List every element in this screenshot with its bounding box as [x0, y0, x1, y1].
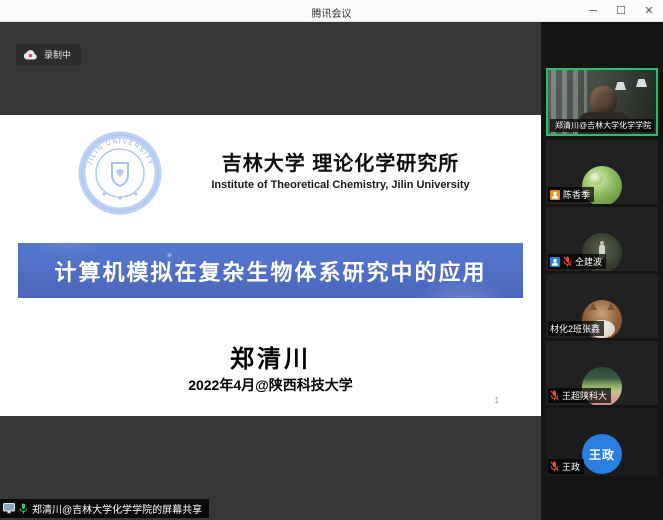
member-badge-icon	[550, 190, 560, 200]
maximize-icon[interactable]: ☐	[615, 0, 627, 22]
participant-name-tag: 郑清川@吉林大学化学学院	[550, 119, 654, 132]
participant-tile[interactable]: 仝建波	[546, 207, 658, 271]
participant-name-tag: 王超陕科大	[548, 388, 611, 403]
window-controls: ─ ☐ ✕	[587, 0, 655, 22]
org-title: 吉林大学 理论化学研究所	[168, 147, 513, 176]
participant-name: 王超陕科大	[562, 389, 607, 402]
slide-page-number: 1	[495, 396, 499, 405]
jilin-university-logo: JILIN UNIVERSITY · CHINA	[78, 131, 162, 215]
participants-sidebar: 郑清川@吉林大学化学学院 陈香季	[541, 22, 663, 520]
participant-name-tag: 仝建波	[548, 254, 606, 269]
participant-tile[interactable]: 材化2班张鑫	[546, 274, 658, 338]
recording-badge[interactable]: 录制中	[16, 44, 81, 65]
participant-tile[interactable]: 王政 王政	[546, 408, 658, 476]
mic-muted-icon	[550, 461, 559, 472]
participant-name: 王政	[562, 460, 580, 473]
screen-share-label: 郑清川@吉林大学化学学院的屏幕共享	[32, 501, 202, 516]
pendant-lamp	[615, 82, 626, 90]
talk-title: 计算机模拟在复杂生物体系研究中的应用	[54, 255, 486, 287]
speaker-name: 郑清川	[0, 339, 541, 374]
member-badge-icon	[550, 257, 560, 267]
recording-label: 录制中	[44, 48, 71, 61]
participant-tile[interactable]: 王超陕科大	[546, 341, 658, 405]
participant-name-tag: 陈香季	[548, 187, 594, 202]
participant-name: 郑清川@吉林大学化学学院	[555, 120, 651, 131]
participant-name: 仝建波	[575, 255, 602, 268]
participant-name-tag: 王政	[548, 459, 584, 474]
participant-name: 材化2班张鑫	[550, 322, 600, 335]
titlebar: 腾讯会议 ─ ☐ ✕	[0, 0, 663, 22]
date-line: 2022年4月@陕西科技大学	[0, 375, 541, 395]
close-icon[interactable]: ✕	[643, 0, 655, 22]
participant-name: 陈香季	[563, 188, 590, 201]
cloud-recording-icon	[23, 50, 38, 60]
pendant-lamp	[636, 79, 647, 87]
mic-on-icon	[19, 503, 28, 514]
screen-share-icon	[3, 503, 15, 514]
participant-tile[interactable]: 陈香季	[546, 140, 658, 204]
minimize-icon[interactable]: ─	[587, 0, 599, 22]
talk-title-banner: 计算机模拟在复杂生物体系研究中的应用	[18, 243, 523, 298]
participant-name-tag: 材化2班张鑫	[548, 321, 604, 336]
mic-muted-icon	[550, 390, 559, 401]
org-subtitle: Institute of Theoretical Chemistry, Jili…	[158, 179, 523, 191]
mic-muted-icon	[563, 256, 572, 267]
screen-share-banner: 郑清川@吉林大学化学学院的屏幕共享	[0, 499, 209, 518]
participant-tile-active-speaker[interactable]: 郑清川@吉林大学化学学院	[546, 68, 658, 136]
window-title: 腾讯会议	[0, 5, 663, 20]
meeting-window: 腾讯会议 ─ ☐ ✕ 录制中 JILIN UNIVERSITY · CHINA	[0, 0, 663, 520]
presentation-slide: JILIN UNIVERSITY · CHINA 吉林大学 理论化学研究所 In…	[0, 115, 541, 416]
avatar: 王政	[582, 434, 622, 474]
shared-screen-stage: 录制中 JILIN UNIVERSITY · CHINA 吉林大学 理论化学研究…	[0, 22, 541, 520]
